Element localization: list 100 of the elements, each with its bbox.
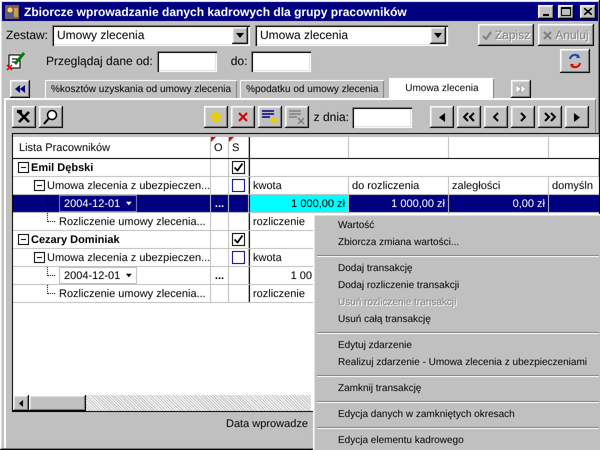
double-chevron-right-icon — [544, 112, 556, 122]
close-button[interactable] — [580, 4, 596, 18]
table-cell: 1 00 — [290, 270, 312, 282]
column-header[interactable]: S — [232, 142, 240, 154]
set-label: Zestaw: — [6, 28, 48, 42]
collapse-icon[interactable] — [18, 162, 29, 173]
menu-item[interactable]: Edycja elementu kadrowego — [316, 432, 600, 449]
double-chevron-left-icon — [463, 112, 475, 122]
table-cell: 1 000,00 zł — [391, 198, 445, 210]
first-button[interactable] — [430, 106, 454, 128]
maximize-button[interactable] — [558, 4, 574, 18]
table-cell: kwota — [253, 252, 282, 264]
list-star-icon — [260, 109, 279, 125]
search-button[interactable] — [39, 106, 63, 128]
date-dropdown[interactable]: 2004-12-01 — [59, 195, 137, 212]
date-label: z dnia: — [314, 110, 349, 124]
star-icon — [208, 110, 223, 124]
tools-button[interactable] — [12, 106, 36, 128]
status-text: Data wprowadze — [226, 418, 308, 430]
menu-item[interactable]: Edycja danych w zamkniętych okresach — [316, 406, 600, 423]
refresh-button[interactable] — [560, 49, 590, 73]
scroll-thumb[interactable] — [29, 395, 86, 411]
collapse-icon[interactable] — [34, 180, 45, 191]
minimize-button[interactable] — [538, 4, 554, 18]
window-title: Zbiorcze wprowadzanie danych kadrowych dla grupy pracowników — [24, 4, 408, 18]
date-field[interactable] — [352, 106, 412, 128]
set-combo[interactable]: Umowy zlecenia — [52, 24, 250, 46]
caret-icon — [126, 201, 132, 206]
caret-icon — [236, 32, 244, 38]
tab[interactable]: %podatku od umowy zlecenia — [240, 80, 384, 98]
chevron-right-icon — [520, 112, 526, 122]
cross-icon — [543, 30, 552, 40]
minimize-icon — [543, 14, 549, 16]
checkbox[interactable] — [232, 233, 245, 246]
check-icon — [482, 30, 492, 40]
column-header[interactable]: Lista Pracowników — [16, 142, 110, 154]
chevron-left-icon — [493, 112, 499, 122]
checkbox[interactable] — [232, 179, 245, 192]
menu-item[interactable]: Dodaj transakcję — [316, 260, 600, 277]
list-x-icon — [288, 109, 306, 125]
menu-item[interactable]: Realizuj zdarzenie - Umowa zlecenia z ubezpieczeniami — [316, 354, 600, 371]
app-icon — [4, 4, 20, 20]
refresh-icon — [566, 52, 584, 70]
collapse-icon[interactable] — [34, 252, 45, 263]
contract-label[interactable]: Umowa zlecenia z ubezpieczen... — [47, 180, 210, 192]
previous-page-button[interactable] — [457, 106, 481, 128]
table-cell: rozliczenie — [253, 216, 305, 228]
menu-item[interactable]: Dodaj rozliczenie transakcji — [316, 277, 600, 294]
previous-button[interactable] — [484, 106, 508, 128]
employee-name[interactable]: Emil Dębski — [31, 162, 94, 174]
collapse-icon[interactable] — [18, 234, 29, 245]
menu-item[interactable]: Edytuj zdarzenie — [316, 337, 600, 354]
date-dropdown[interactable]: 2004-12-01 — [59, 267, 137, 284]
left-triangle-icon — [19, 400, 23, 406]
settlement-label[interactable]: Rozliczenie umowy zlecenia... — [59, 288, 206, 300]
delete-icon — [236, 111, 249, 123]
to-label: do: — [230, 54, 248, 68]
maximize-icon — [561, 7, 571, 16]
check-icon — [233, 162, 244, 173]
table-cell: 0,00 zł — [512, 198, 545, 210]
column-header[interactable]: O — [214, 142, 223, 154]
table-cell: kwota — [253, 180, 282, 192]
menu-item[interactable]: Zbiorcza zmiana wartości... — [316, 234, 600, 251]
toolbar-button[interactable] — [258, 106, 282, 128]
scroll-left-button[interactable] — [13, 395, 29, 411]
type-combo[interactable]: Umowa zlecenia — [255, 24, 448, 46]
corner-marker-icon — [211, 137, 216, 142]
to-date-field[interactable] — [251, 50, 312, 72]
menu-item[interactable]: Usuń całą transakcję — [316, 311, 600, 328]
table-cell: 1 000,00 zł — [291, 198, 345, 210]
last-button[interactable] — [565, 106, 589, 128]
tab[interactable]: %kosztów uzyskania od umowy zlecenia — [45, 80, 238, 98]
from-label: Przeglądaj dane od: — [46, 54, 153, 68]
right-triangle-icon — [573, 112, 581, 122]
table-cell: do rozliczenia — [352, 180, 420, 192]
scrollbar[interactable] — [13, 395, 311, 411]
menu-item[interactable]: Zamknij transakcję — [316, 380, 600, 397]
next-button[interactable] — [511, 106, 535, 128]
table-cell: domyśln — [552, 180, 593, 192]
menu-item[interactable]: Wartość — [316, 217, 600, 234]
previous-tabs-button[interactable] — [10, 80, 30, 98]
double-left-icon — [15, 85, 25, 93]
contract-label[interactable]: Umowa zlecenia z ubezpieczen... — [47, 252, 210, 264]
search-icon — [43, 109, 59, 125]
checkbox[interactable] — [232, 251, 245, 264]
check-icon — [233, 234, 244, 245]
employee-name[interactable]: Cezary Dominiak — [31, 234, 120, 246]
tab[interactable]: Umowa zlecenia — [389, 78, 494, 98]
checkbox[interactable] — [232, 161, 245, 174]
table-cell: zaległości — [452, 180, 500, 192]
from-date-field[interactable] — [156, 50, 217, 72]
edit-icon — [6, 51, 26, 71]
toolbar-button[interactable] — [204, 106, 228, 128]
next-page-button[interactable] — [538, 106, 562, 128]
settlement-label[interactable]: Rozliczenie umowy zlecenia... — [59, 216, 206, 228]
toolbar-button[interactable] — [230, 106, 255, 128]
caret-icon — [126, 273, 132, 278]
caret-icon — [434, 32, 442, 38]
close-icon — [584, 8, 592, 15]
corner-marker-icon — [229, 137, 234, 142]
